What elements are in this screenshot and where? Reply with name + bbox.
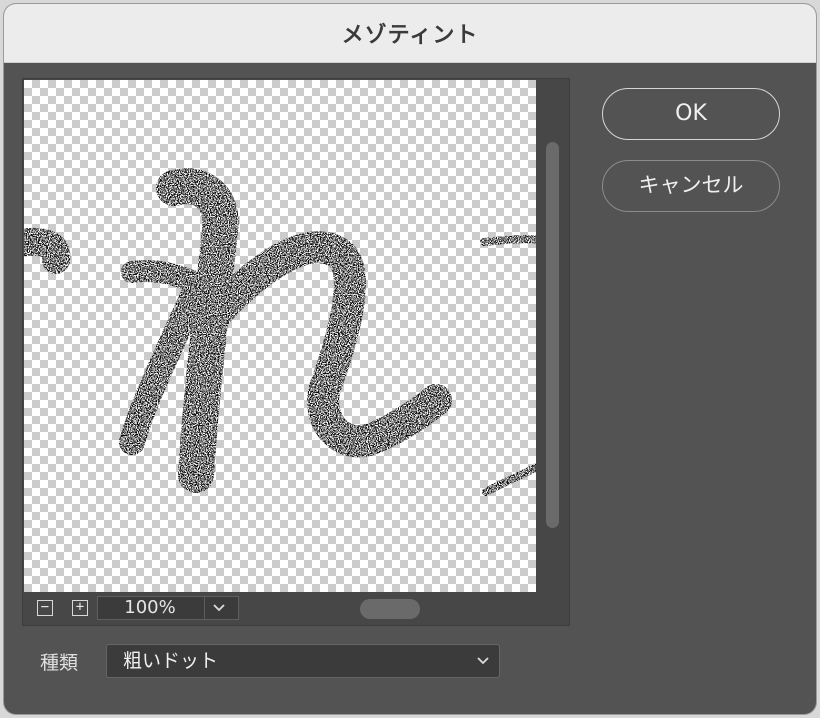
vertical-scrollbar[interactable] [537,80,567,592]
horizontal-scroll-thumb[interactable] [360,599,420,619]
zoom-out-button[interactable]: − [37,600,53,616]
chevron-down-icon [477,657,489,665]
ok-button[interactable]: OK [602,88,780,140]
filter-preview[interactable] [24,80,536,592]
type-label: 種類 [40,652,79,674]
dialog-title: メゾティント [341,23,479,48]
preview-artwork [24,168,536,496]
brush-strokes [24,168,536,496]
zoom-divider [204,597,205,619]
cancel-button[interactable]: キャンセル [602,160,780,212]
preview-toolbar: − + 100% [24,592,568,624]
zoom-select[interactable]: 100% [97,596,239,620]
type-select-value: 粗いドット [123,650,219,672]
vertical-scroll-thumb[interactable] [546,142,559,528]
mezzotint-dialog: メゾティント − + 100% OK キャンセル 種類 粗いドット [4,4,816,714]
preview-frame: − + 100% [22,78,570,626]
title-bar[interactable]: メゾティント [4,4,816,63]
zoom-in-button[interactable]: + [72,600,88,616]
chevron-down-icon [213,604,225,612]
zoom-value: 100% [124,597,176,618]
type-select[interactable]: 粗いドット [106,644,500,678]
